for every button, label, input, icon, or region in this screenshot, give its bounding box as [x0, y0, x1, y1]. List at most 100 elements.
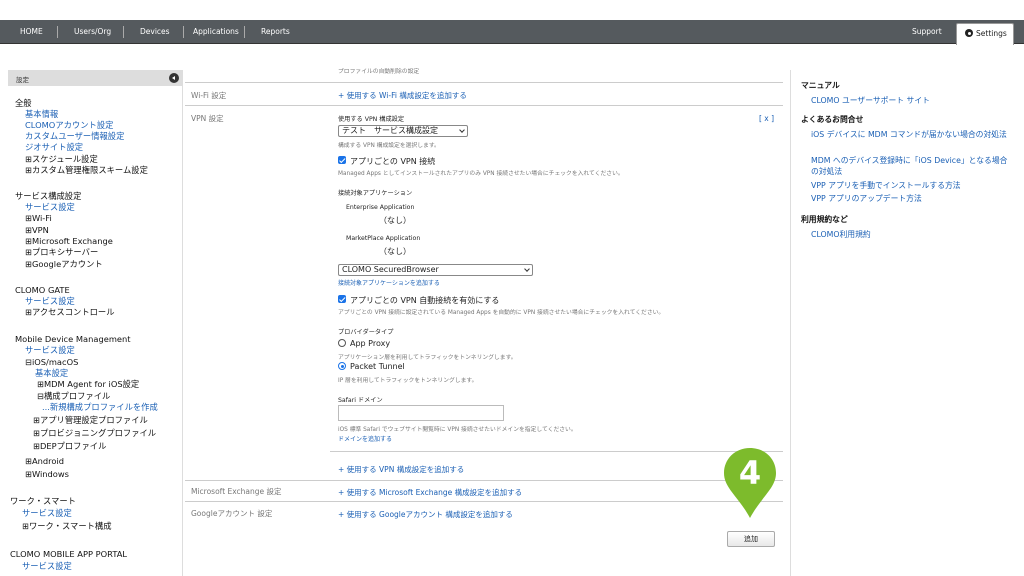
help-link-vpp-update[interactable]: VPP アプリのアップデート方法	[811, 193, 1011, 204]
auto-vpn-help: アプリごとの VPN 接続に設定されている Managed Apps を自動的に…	[338, 310, 665, 316]
sidebar-section-work-smart: ワーク・スマート	[10, 496, 76, 506]
remove-vpn-config-link[interactable]: [ x ]	[759, 114, 774, 123]
vpn-settings-label: VPN 設定	[191, 114, 224, 123]
nav-reports[interactable]: Reports	[261, 20, 290, 44]
sidebar-item-windows[interactable]: ⊞Windows	[25, 469, 69, 479]
nav-support[interactable]: Support	[912, 20, 942, 44]
help-section-manual: マニュアル	[801, 81, 840, 90]
per-app-vpn-label: アプリごとの VPN 接続	[350, 157, 436, 166]
sidebar-item-app-config-profile[interactable]: ⊞アプリ管理設定プロファイル	[33, 415, 148, 425]
chevron-down-icon	[459, 127, 465, 133]
auto-vpn-checkbox[interactable]	[338, 295, 346, 303]
per-app-vpn-help: Managed Apps としてインストールされたアプリのみ VPN 接続させた…	[338, 171, 624, 177]
exchange-settings-label: Microsoft Exchange 設定	[191, 487, 282, 496]
per-app-vpn-checkbox[interactable]	[338, 156, 346, 164]
sidebar-item-custom-user-info[interactable]: カスタムユーザー情報設定	[25, 131, 124, 141]
auto-vpn-label: アプリごとの VPN 自動接続を有効にする	[350, 296, 500, 305]
help-link-vpp-manual-install[interactable]: VPP アプリを手動でインストールする方法	[811, 180, 1011, 191]
app-proxy-label: App Proxy	[350, 339, 391, 348]
target-app-select-value: CLOMO SecuredBrowser	[342, 265, 439, 274]
nav-separator	[57, 26, 58, 38]
add-target-app-link[interactable]: 接続対象アプリケーションを追加する	[338, 278, 440, 287]
sidebar-item-exchange[interactable]: ⊞Microsoft Exchange	[25, 236, 113, 246]
nav-home[interactable]: HOME	[20, 20, 43, 44]
chevron-down-icon	[524, 266, 530, 272]
packet-tunnel-radio[interactable]	[338, 362, 346, 370]
add-google-account-config-link[interactable]: + 使用する Googleアカウント 構成設定を追加する	[338, 509, 513, 520]
sidebar-section-app-portal: CLOMO MOBILE APP PORTAL	[10, 549, 128, 559]
sidebar-item-work-smart-service[interactable]: サービス設定	[22, 508, 72, 518]
sidebar-item-google-account[interactable]: ⊞Googleアカウント	[25, 259, 103, 269]
sidebar-item-basic-info[interactable]: 基本情報	[25, 109, 58, 119]
row-divider	[185, 105, 783, 106]
sidebar-item-wifi[interactable]: ⊞Wi-Fi	[25, 213, 52, 223]
nav-devices[interactable]: Devices	[140, 20, 170, 44]
sidebar-item-config-profile[interactable]: ⊟構成プロファイル	[37, 391, 110, 401]
sidebar-item-geosite[interactable]: ジオサイト設定	[25, 142, 83, 152]
sidebar-item-ios-basic[interactable]: 基本設定	[35, 368, 68, 378]
add-vpn-config-link[interactable]: + 使用する VPN 構成設定を追加する	[338, 464, 464, 475]
add-domain-link[interactable]: ドメインを追加する	[338, 434, 392, 443]
nav-separator	[183, 26, 184, 38]
help-link-terms-of-use[interactable]: CLOMO利用規約	[811, 229, 1011, 240]
safari-domain-heading: Safari ドメイン	[338, 397, 383, 404]
row-divider	[185, 82, 783, 83]
settings-tab-label: Settings	[976, 29, 1007, 38]
nav-separator	[123, 26, 124, 38]
sidebar-item-work-smart-config[interactable]: ⊞ワーク・スマート構成	[22, 521, 112, 531]
sidebar-item-app-portal-service[interactable]: サービス設定	[22, 561, 72, 571]
google-account-settings-label: Googleアカウント 設定	[191, 509, 273, 518]
help-link-ios-device-registration[interactable]: MDM へのデバイス登録時に「iOS Device」となる場合の対処法	[811, 155, 1011, 177]
add-exchange-config-link[interactable]: + 使用する Microsoft Exchange 構成設定を追加する	[338, 487, 522, 498]
target-app-select[interactable]: CLOMO SecuredBrowser	[338, 264, 533, 276]
app-proxy-radio[interactable]	[338, 339, 346, 347]
marketplace-app-heading: MarketPlace Application	[346, 235, 421, 242]
step-4-marker: 4	[722, 446, 778, 520]
sidebar-item-provisioning-profile[interactable]: ⊞プロビジョニングプロファイル	[33, 428, 156, 438]
app-proxy-help: アプリケーション層を利用してトラフィックをトンネリングします。	[338, 355, 517, 361]
sidebar-item-service-settings[interactable]: サービス設定	[25, 202, 75, 212]
collapse-sidebar-icon[interactable]	[169, 73, 179, 83]
sidebar-header-title: 設定	[16, 76, 29, 84]
sidebar-item-gate-service-settings[interactable]: サービス設定	[25, 296, 75, 306]
sidebar-item-access-control[interactable]: ⊞アクセスコントロール	[25, 307, 115, 317]
row-divider	[185, 480, 783, 481]
help-section-terms: 利用規約など	[801, 215, 848, 224]
sidebar-item-mdm-service-settings[interactable]: サービス設定	[25, 345, 75, 355]
add-button[interactable]: 追加	[727, 531, 775, 547]
sidebar-item-mdm-agent[interactable]: ⊞MDM Agent for iOS設定	[37, 379, 139, 389]
nav-applications[interactable]: Applications	[193, 20, 239, 44]
sidebar-item-android[interactable]: ⊞Android	[25, 456, 64, 466]
sidebar-item-clomo-account[interactable]: CLOMOアカウント設定	[25, 120, 113, 130]
add-wifi-config-link[interactable]: + 使用する Wi-Fi 構成設定を追加する	[338, 90, 467, 101]
help-link-user-support-site[interactable]: CLOMO ユーザーサポート サイト	[811, 95, 1011, 106]
sidebar-item-ios-macos[interactable]: ⊟iOS/macOS	[25, 357, 78, 367]
sidebar-section-mdm: Mobile Device Management	[15, 334, 131, 344]
help-panel: マニュアル CLOMO ユーザーサポート サイト よくあるお問合せ iOS デバ…	[790, 70, 1024, 576]
sidebar-item-schedule[interactable]: ⊞スケジュール設定	[25, 154, 98, 164]
enterprise-app-value: （なし）	[379, 216, 411, 225]
safari-domain-input[interactable]	[338, 405, 504, 421]
sidebar-section-clomo-gate: CLOMO GATE	[15, 285, 70, 295]
map-pin-icon: 4	[724, 448, 776, 518]
sidebar-item-custom-admin-scheme[interactable]: ⊞カスタム管理権限スキーム設定	[25, 165, 148, 175]
nav-users-org[interactable]: Users/Org	[74, 20, 111, 44]
sidebar-item-new-config-profile[interactable]: ...新規構成プロファイルを作成	[42, 402, 158, 412]
packet-tunnel-label: Packet Tunnel	[350, 362, 405, 371]
sidebar-item-vpn[interactable]: ⊞VPN	[25, 225, 49, 235]
nav-separator	[244, 26, 245, 38]
vpn-config-select-value: テスト サービス構成設定	[342, 126, 438, 135]
provider-type-heading: プロバイダータイプ	[338, 329, 394, 336]
row-divider	[330, 451, 783, 452]
sidebar-item-proxy[interactable]: ⊞プロキシサーバー	[25, 247, 98, 257]
sidebar-section-general: 全般	[15, 98, 32, 108]
help-section-faq: よくあるお問合せ	[801, 115, 864, 124]
profile-auto-delete-text: プロファイルの自動削除の設定	[338, 69, 420, 75]
sidebar-item-dep-profile[interactable]: ⊞DEPプロファイル	[33, 441, 106, 451]
nav-settings-tab[interactable]: Settings	[956, 23, 1014, 45]
help-link-mdm-command-issue[interactable]: iOS デバイスに MDM コマンドが届かない場合の対処法	[811, 129, 1011, 140]
sidebar-header: 設定	[8, 70, 183, 86]
wifi-settings-label: Wi-Fi 設定	[191, 91, 227, 100]
packet-tunnel-help: IP 層を利用してトラフィックをトンネリングします。	[338, 378, 478, 384]
vpn-config-select[interactable]: テスト サービス構成設定	[338, 125, 468, 137]
